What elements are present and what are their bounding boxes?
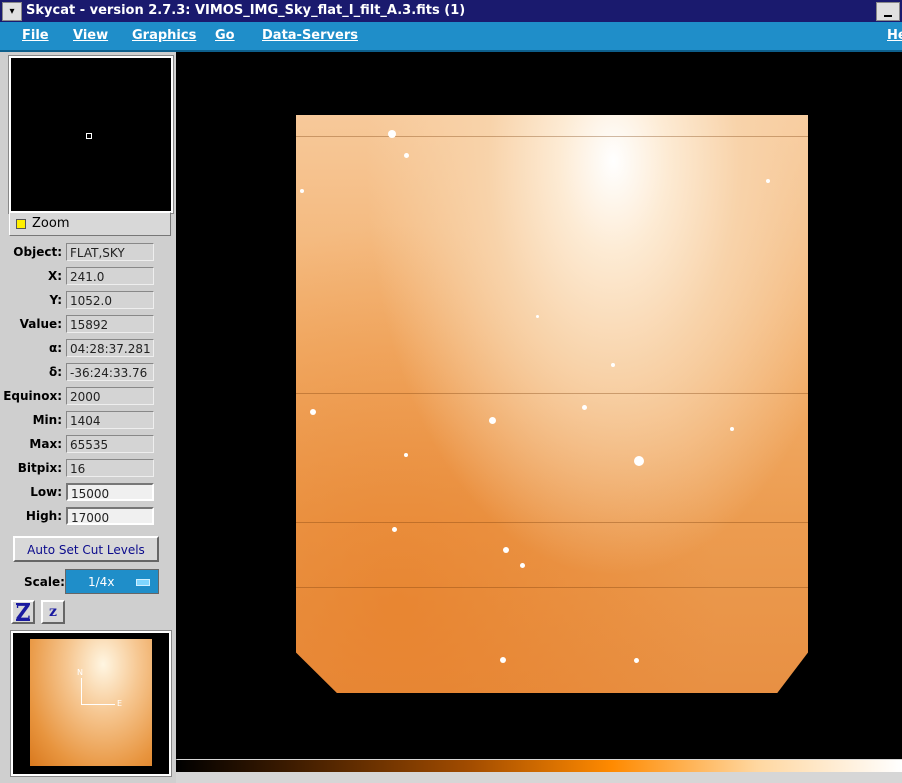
y-value: 1052.0 — [66, 291, 154, 309]
alpha-label: α: — [48, 341, 62, 355]
low-cut-input[interactable]: 15000 — [66, 483, 154, 501]
zoom-in-icon: Z — [15, 600, 31, 624]
info-row-max: Max: 65535 — [0, 435, 176, 455]
object-label: Object: — [13, 245, 62, 259]
scale-select[interactable]: 1/4x — [65, 569, 159, 594]
left-panel: Zoom Object: FLAT,SKY X: 241.0 Y: 1052.0… — [0, 52, 177, 783]
info-row-x: X: 241.0 — [0, 267, 176, 287]
panner-thumbnail[interactable]: N E — [11, 631, 171, 776]
colormap-bar[interactable] — [176, 760, 902, 772]
info-row-min: Min: 1404 — [0, 411, 176, 431]
window-title: Skycat - version 2.7.3: VIMOS_IMG_Sky_fl… — [26, 3, 466, 18]
menu-graphics[interactable]: Graphics — [132, 28, 196, 43]
bitpix-value: 16 — [66, 459, 154, 477]
zoom-out-icon: z — [49, 604, 57, 620]
auto-set-cut-levels-button[interactable]: Auto Set Cut Levels — [13, 536, 159, 562]
bottom-strip — [176, 772, 902, 783]
fits-image — [296, 115, 808, 693]
scale-label: Scale: — [24, 575, 65, 589]
low-label: Low: — [30, 485, 62, 499]
y-label: Y: — [49, 293, 62, 307]
info-row-high: High: 17000 — [0, 507, 176, 527]
title-bar: ▾ Skycat - version 2.7.3: VIMOS_IMG_Sky_… — [0, 0, 902, 23]
object-value: FLAT,SKY — [66, 243, 154, 261]
high-cut-input[interactable]: 17000 — [66, 507, 154, 525]
x-label: X: — [47, 269, 62, 283]
delta-label: δ: — [48, 365, 62, 379]
menu-bar: File View Graphics Go Data-Servers He — [0, 22, 902, 52]
info-row-value: Value: 15892 — [0, 315, 176, 335]
bitpix-label: Bitpix: — [17, 461, 62, 475]
delta-value: -36:24:33.76 — [66, 363, 154, 381]
zoom-indicator-icon — [16, 219, 26, 229]
info-row-y: Y: 1052.0 — [0, 291, 176, 311]
min-value: 1404 — [66, 411, 154, 429]
x-value: 241.0 — [66, 267, 154, 285]
min-label: Min: — [32, 413, 62, 427]
compass-east-label: E — [117, 699, 123, 708]
alpha-value: 04:28:37.281 — [66, 339, 154, 357]
menu-file[interactable]: File — [22, 28, 49, 43]
info-row-delta: δ: -36:24:33.76 — [0, 363, 176, 383]
minimize-icon[interactable] — [876, 2, 900, 21]
zoom-out-button[interactable]: z — [41, 600, 65, 624]
menu-go[interactable]: Go — [215, 28, 235, 43]
zoom-toggle[interactable]: Zoom — [9, 212, 171, 236]
menu-help[interactable]: He — [887, 28, 902, 43]
info-row-low: Low: 15000 — [0, 483, 176, 503]
pan-cursor[interactable] — [86, 133, 92, 139]
compass-icon: N E — [73, 668, 123, 718]
equinox-label: Equinox: — [3, 389, 62, 403]
info-row-object: Object: FLAT,SKY — [0, 243, 176, 263]
max-value: 65535 — [66, 435, 154, 453]
menu-view[interactable]: View — [73, 28, 108, 43]
option-menu-indicator-icon — [136, 579, 150, 586]
compass-north-label: N — [77, 668, 83, 677]
high-label: High: — [25, 509, 62, 523]
chevron-down-icon[interactable]: ▾ — [2, 2, 22, 21]
zoom-in-button[interactable]: Z — [11, 600, 35, 624]
scale-value: 1/4x — [88, 575, 115, 589]
info-row-alpha: α: 04:28:37.281 — [0, 339, 176, 359]
info-row-bitpix: Bitpix: 16 — [0, 459, 176, 479]
equinox-value: 2000 — [66, 387, 154, 405]
menu-data-servers[interactable]: Data-Servers — [262, 28, 358, 43]
image-canvas[interactable] — [176, 52, 902, 759]
max-label: Max: — [29, 437, 62, 451]
zoom-label: Zoom — [32, 216, 70, 231]
pan-window[interactable] — [9, 56, 173, 213]
value-label: Value: — [19, 317, 62, 331]
pixel-value: 15892 — [66, 315, 154, 333]
info-row-equinox: Equinox: 2000 — [0, 387, 176, 407]
